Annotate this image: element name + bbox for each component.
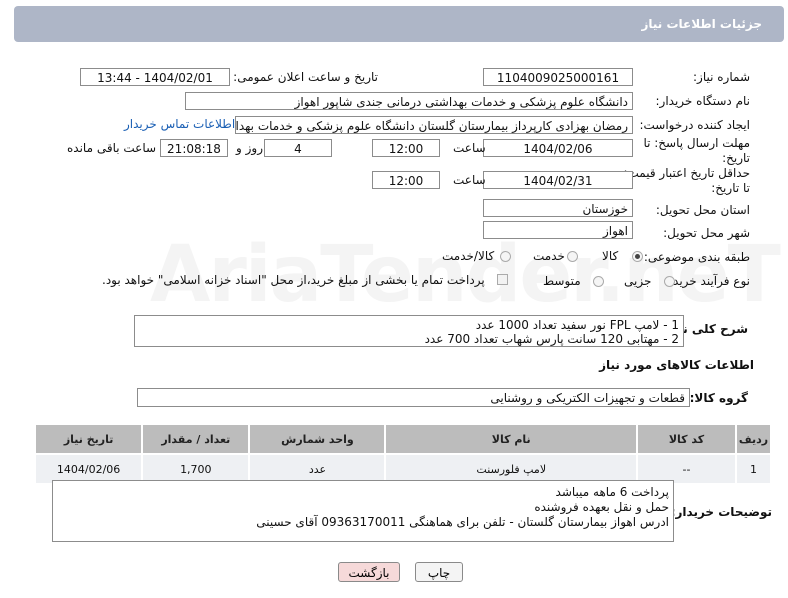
category-radio-goods[interactable] — [632, 251, 643, 262]
goods-group-field: قطعات و تجهیزات الکتریکی و روشنایی — [137, 388, 690, 407]
time-remaining-field: 21:08:18 — [160, 139, 228, 157]
process-label: نوع فرآیند خرید : — [665, 274, 750, 288]
print-button[interactable]: چاپ — [415, 562, 463, 582]
col-need-date: تاریخ نیاز — [33, 423, 144, 455]
process-radio-minor[interactable] — [664, 276, 675, 287]
time-remaining-label: ساعت باقی مانده — [67, 141, 157, 155]
process-option-minor: جزیی — [624, 274, 652, 288]
deadline-time-field: 12:00 — [372, 139, 440, 157]
page-header: جزئیات اطلاعات نیاز — [14, 6, 784, 42]
validity-date-field: 1404/02/31 — [483, 171, 633, 189]
days-remaining-field: 4 — [264, 139, 332, 157]
page-title: جزئیات اطلاعات نیاز — [641, 17, 762, 31]
requester-field: رمضان بهزادی کارپرداز بیمارستان گلستان د… — [235, 116, 633, 134]
need-number-label: شماره نیاز: — [693, 70, 750, 84]
process-option-medium: متوسط — [543, 274, 581, 288]
announce-datetime-field: 1404/02/01 - 13:44 — [80, 68, 230, 86]
min-validity-label-date: تا تاریخ: — [711, 181, 750, 195]
deadline-time-label: ساعت — [453, 141, 486, 155]
deadline-label-date: تاریخ: — [722, 151, 750, 165]
validity-time-label: ساعت — [453, 173, 486, 187]
treasury-payment-checkbox[interactable] — [497, 274, 508, 285]
back-button[interactable]: بازگشت — [338, 562, 400, 582]
validity-time-field: 12:00 — [372, 171, 440, 189]
city-label: شهر محل تحویل: — [663, 226, 750, 240]
cell-row-number: 1 — [734, 453, 773, 485]
category-option-goods: کالا — [602, 249, 619, 263]
buyer-org-label: نام دستگاه خریدار: — [655, 94, 751, 108]
col-goods-code: کد کالا — [636, 423, 737, 455]
province-label: استان محل تحویل: — [655, 203, 750, 217]
category-option-service: خدمت — [533, 249, 565, 263]
days-label: روز و — [236, 141, 263, 155]
requester-label: ایجاد کننده درخواست: — [639, 118, 750, 132]
treasury-payment-note: پرداخت تمام یا بخشی از مبلغ خرید،از محل … — [102, 273, 485, 287]
table-header-row: ردیف کد کالا نام کالا واحد شمارش تعداد /… — [33, 423, 773, 455]
category-radio-goods-service[interactable] — [500, 251, 511, 262]
goods-info-title: اطلاعات کالاهای مورد نیاز — [599, 358, 754, 372]
need-number-field: 1104009025000161 — [483, 68, 633, 86]
col-row-number: ردیف — [734, 423, 773, 455]
announce-label: تاریخ و ساعت اعلان عمومی: — [233, 70, 378, 84]
buyer-org-field: دانشگاه علوم پزشکی و خدمات بهداشتی درمان… — [185, 92, 633, 110]
category-radio-service[interactable] — [567, 251, 578, 262]
goods-group-label: گروه کالا: — [689, 391, 748, 405]
buyer-notes-label: توضیحات خریدار: — [670, 505, 772, 519]
deadline-date-field: 1404/02/06 — [483, 139, 633, 157]
province-field: خوزستان — [483, 199, 633, 217]
category-label: طبقه بندی موضوعی: — [643, 250, 750, 264]
col-unit: واحد شمارش — [248, 423, 387, 455]
deadline-label: مهلت ارسال پاسخ: تا — [643, 136, 750, 150]
buyer-contact-link[interactable]: اطلاعات تماس خریدار — [124, 117, 235, 131]
description-textarea: 1 - لامپ FPL نور سفید تعداد 1000 عدد 2 -… — [134, 315, 684, 347]
goods-table: ردیف کد کالا نام کالا واحد شمارش تعداد /… — [33, 423, 773, 485]
category-option-goods-service: کالا/خدمت — [442, 249, 495, 263]
buyer-notes-textarea: پرداخت 6 ماهه میباشد حمل و نقل بعهده فرو… — [52, 480, 674, 542]
min-validity-label: حداقل تاریخ اعتبار قیمت: — [623, 166, 750, 180]
city-field: اهواز — [483, 221, 633, 239]
col-goods-name: نام کالا — [384, 423, 638, 455]
process-radio-medium[interactable] — [593, 276, 604, 287]
col-quantity: تعداد / مقدار — [141, 423, 251, 455]
